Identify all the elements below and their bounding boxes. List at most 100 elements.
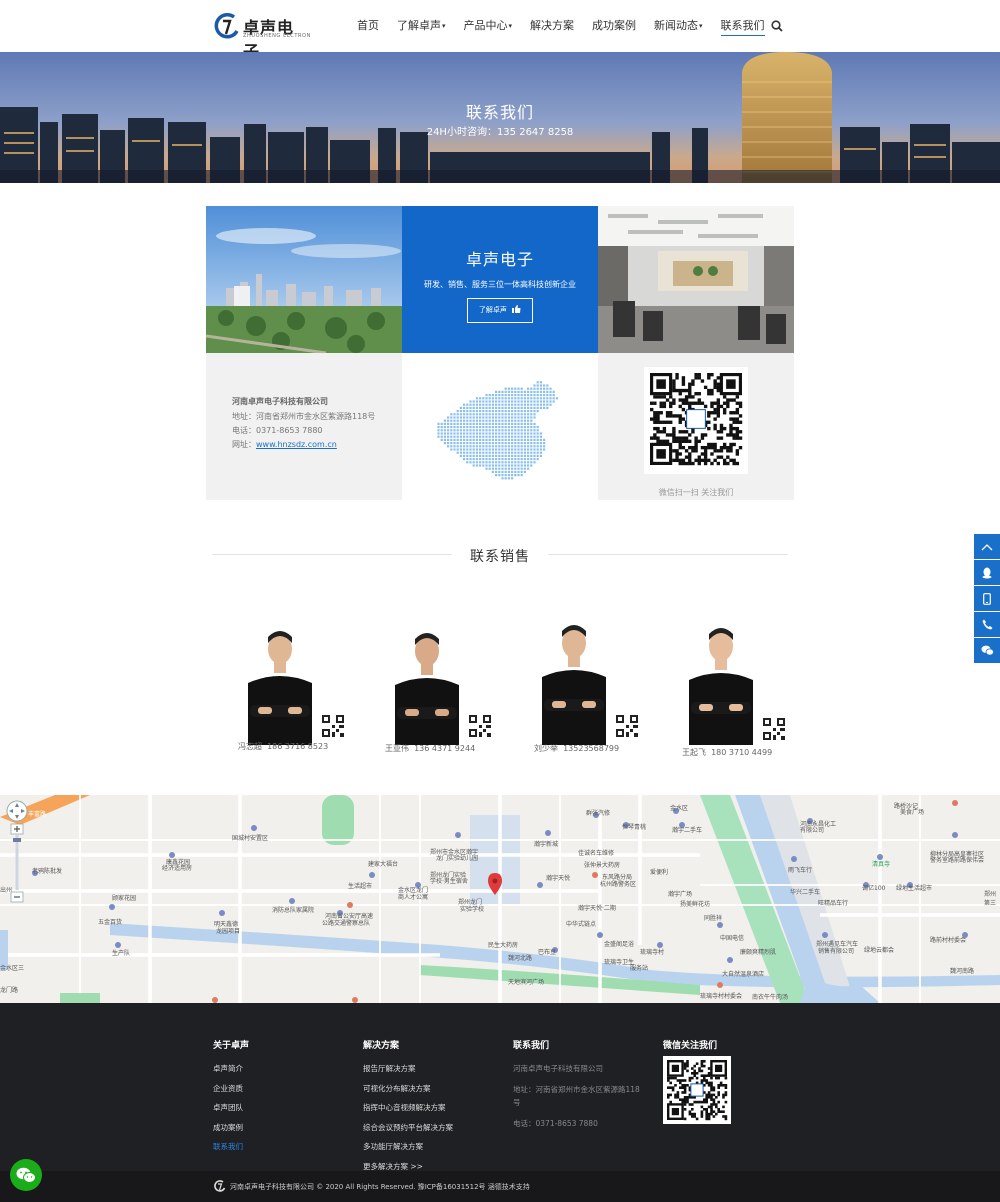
qr-code-icon[interactable] [469,715,491,737]
map-label: 中国电信 [720,935,745,942]
footer-link[interactable]: 报告厅解决方案 [363,1063,453,1074]
location-map[interactable]: 丰富路 国城村安置区 康鑫花园 经济适用房 老鸦陈批发 顾家花园 五金百货 明天鑫德 龙园项目生… [0,795,1000,1003]
copyright-text: 河南卓声电子科技有限公司 © 2020 All Rights Reserved.… [230,1183,530,1191]
wechat-icon [981,645,994,656]
map-label: 天地滨河广场 [508,979,545,986]
side-float-bar [974,534,1000,664]
nav-item[interactable]: 首页 [357,18,379,36]
footer-link[interactable]: 企业资质 [213,1083,249,1094]
sales-section-title: 联系销售 [470,549,530,565]
map-label: 有限公司 [800,827,825,834]
banner-title: 联系我们 [465,103,534,122]
nav-item[interactable]: 了解卓声▾ [397,18,446,36]
map-label: 消防总队家属院 [272,907,315,914]
map-label: 瀚宇二手车 [672,827,703,834]
map-pan-icon[interactable] [6,800,28,822]
mobile-button[interactable] [974,586,1000,611]
qr-code-icon[interactable] [322,715,344,737]
footer-link[interactable]: 综合会议预约平台解决方案 [363,1122,453,1133]
nav-item[interactable]: 新闻动态▾ [654,18,703,36]
footer-solutions-title: 解决方案 [363,1041,400,1051]
map-label: 魏河北路 [508,955,533,962]
qr-panel: 微信扫一扫 关注我们 [598,353,794,500]
map-label: 调亿100 [862,885,886,892]
phone-icon [982,619,992,630]
map-label: 同胜祥 [704,915,723,922]
map-label: 魏河南路 [950,968,975,975]
salesperson-phone: 180 3710 4499 [711,748,773,757]
search-icon[interactable] [771,20,783,32]
map-label: 顾家花园 [112,895,137,902]
salesperson-phone: 186 3716 8523 [267,742,329,751]
logo-mark-icon [214,1180,226,1192]
company-website-link[interactable]: www.hnzsdz.com.cn [256,440,337,449]
nav-item-label: 新闻动态 [654,19,699,32]
footer-link[interactable]: 更多解决方案 >> [363,1161,453,1172]
qr-code-icon[interactable] [763,718,785,740]
map-label: 张仲景大药房 [584,862,621,869]
nav-item-label: 解决方案 [530,19,575,32]
nav-item[interactable]: 成功案例 [592,18,636,36]
city-photo [206,206,402,353]
wechat-button[interactable] [974,638,1000,663]
chevron-down-icon: ▾ [699,22,703,30]
map-zoom-out-icon[interactable] [10,891,24,903]
map-label: 金盛阁足浴 [604,941,635,948]
salesperson-contact: 王亚伟 136 4371 9244 [385,743,475,754]
salesperson-name: 刘少举 [534,744,558,753]
footer-link[interactable]: 指挥中心音视频解决方案 [363,1102,453,1113]
qr-code-icon[interactable] [616,715,638,737]
footer-link[interactable]: 卓声团队 [213,1102,249,1113]
footer-link[interactable]: 联系我们 [213,1141,249,1152]
map-label: 清真寺 [872,861,891,868]
qq-button[interactable] [974,560,1000,585]
map-label: 郑州 [984,891,997,898]
map-label: 实验学校 [460,906,485,913]
footer-contact-title: 联系我们 [513,1041,550,1051]
qr-code-icon [663,1056,731,1124]
nav-item-label: 成功案例 [592,19,637,32]
site-footer: 关于卓声 卓声简介 企业资质 卓声团队 成功案例 联系我们 解决方案 报告厅解决方案 可视… [0,1003,1000,1171]
map-zoom-in-icon[interactable] [10,823,24,835]
salesperson-phone: 136 4371 9244 [414,744,476,753]
logo[interactable]: 卓声电子 ZHUOSHENG ELCTRON [214,13,310,61]
footer-link[interactable]: 成功案例 [213,1122,249,1133]
footer-link[interactable]: 卓声简介 [213,1063,249,1074]
map-label: 恒琴青桃 [622,824,647,831]
map-label: 五金百货 [98,919,123,926]
map-label: 龙园项目 [216,928,241,935]
map-label: 建家大福台 [368,861,399,868]
china-map-icon [437,381,558,480]
map-label: 生活超市 [348,883,373,890]
map-label: 瀚宇天悦 [546,875,571,882]
map-label: 群张汽修 [586,810,611,817]
phone-button[interactable] [974,612,1000,637]
arrow-up-icon [981,543,993,550]
company-website: 网址：www.hnzsdz.com.cn [232,439,337,450]
map-label: 金水区三 [0,965,25,972]
learn-more-label: 了解卓声 [478,306,507,314]
learn-more-button[interactable]: 了解卓声 [467,298,533,323]
wechat-float-button[interactable] [10,1159,42,1191]
footer-about-column: 关于卓声 卓声简介 企业资质 卓声团队 成功案例 联系我们 [213,1038,249,1161]
map-label: 大自然温泉酒店 [722,971,765,978]
map-label: 中华式链点 [566,921,597,928]
salesperson-contact: 王起飞 180 3710 4499 [682,747,772,758]
back-to-top-button[interactable] [974,534,1000,559]
map-label: 南衣午牛肉汤 [752,994,789,1001]
nav-item[interactable]: 产品中心▾ [464,18,513,36]
nav-item[interactable]: 解决方案 [530,18,574,36]
footer-link[interactable]: 可视化分布解决方案 [363,1083,453,1094]
map-label: 瀚宇天悦·二期 [578,905,616,912]
map-label: 金水区 [670,805,689,812]
logo-mark-icon [214,13,239,39]
chevron-down-icon: ▾ [508,22,513,30]
footer-address-cont: 号 [513,1098,521,1107]
map-label: 绿地生活超市 [896,885,933,892]
brand-title: 卓声电子 [465,250,534,269]
map-label: 服务站 [630,965,649,972]
qq-icon [982,567,992,578]
nav-item[interactable]: 联系我们 [720,18,765,36]
map-label: 爱便利 [650,869,669,876]
footer-link[interactable]: 多功能厅解决方案 [363,1141,453,1152]
